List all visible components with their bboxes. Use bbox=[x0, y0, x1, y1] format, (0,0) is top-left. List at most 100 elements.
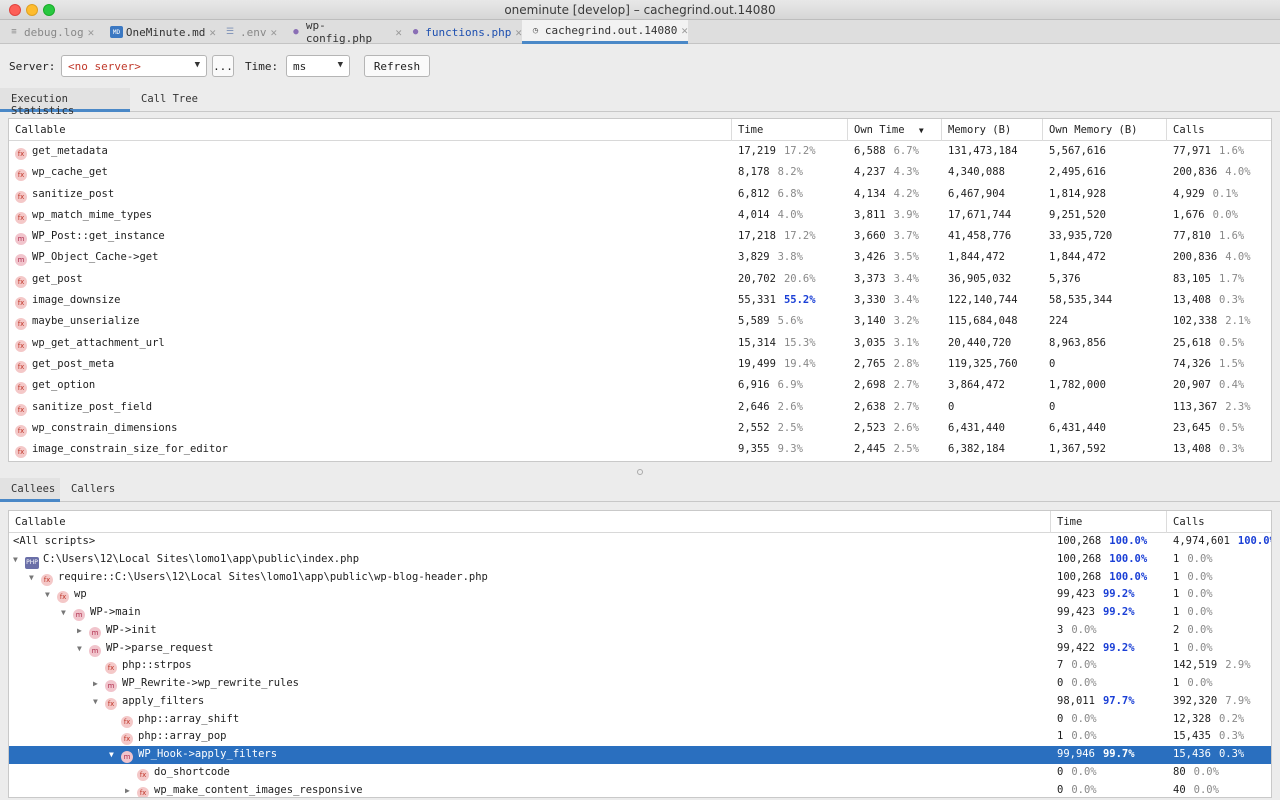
time-value: 0 bbox=[1057, 677, 1064, 689]
own-memory-value: 224 bbox=[1049, 315, 1068, 328]
collapse-arrow-icon[interactable]: ▼ bbox=[45, 590, 57, 599]
tree-row[interactable]: fx php::strpos 7 0.0% 142,519 2.9% bbox=[9, 657, 1271, 675]
cell-calls: 1 0.0% bbox=[1167, 675, 1271, 693]
time-percent: 100.0% bbox=[1109, 552, 1148, 565]
table-row[interactable]: fx sanitize_post_field 2,646 2.6% 2,638 2.7% 0… bbox=[9, 397, 1271, 418]
memory-value: 36,905,032 bbox=[948, 272, 1012, 285]
column-calls[interactable]: Calls bbox=[1167, 511, 1271, 533]
tree-row[interactable]: ▼ PHP C:\Users\12\Local Sites\lomo1\app\pu… bbox=[9, 551, 1271, 569]
tree-row[interactable]: ▶ m WP->init 3 0.0% 2 0.0% bbox=[9, 622, 1271, 640]
close-tab-icon[interactable]: ✕ bbox=[395, 26, 402, 39]
calls-percent: 100.0% bbox=[1237, 535, 1271, 547]
close-tab-icon[interactable]: ✕ bbox=[681, 24, 688, 37]
table-row[interactable]: fx wp_constrain_dimensions 2,552 2.5% 2,523 2… bbox=[9, 418, 1271, 439]
tab-execution-statistics[interactable]: Execution Statistics bbox=[0, 88, 130, 117]
table-row[interactable]: m WP_Object_Cache->get 3,829 3.8% 3,426 3.5% 1… bbox=[9, 247, 1271, 268]
callable-name: WP_Post::get_instance bbox=[32, 230, 165, 243]
function-icon: fx bbox=[15, 318, 27, 331]
time-value: 2,646 bbox=[738, 400, 770, 413]
cell-time: 0 0.0% bbox=[1051, 675, 1167, 693]
table-row[interactable]: fx sanitize_post 6,812 6.8% 4,134 4.2% 6,467,9… bbox=[9, 184, 1271, 205]
time-unit-select[interactable]: ms ▼ bbox=[286, 55, 350, 77]
collapse-arrow-icon[interactable]: ▼ bbox=[61, 608, 73, 617]
column-calls[interactable]: Calls bbox=[1167, 119, 1271, 141]
tab-callers[interactable]: Callers bbox=[60, 478, 126, 502]
calls-value: 15,435 bbox=[1173, 730, 1211, 743]
tree-row[interactable]: <All scripts> 100,268 100.0% 4,974,601 100.0… bbox=[9, 533, 1271, 551]
tab-callees[interactable]: Callees bbox=[0, 478, 60, 502]
close-tab-icon[interactable]: ✕ bbox=[515, 26, 522, 39]
function-icon: fx bbox=[105, 662, 117, 675]
tab-env[interactable]: ☰ .env ✕ bbox=[216, 20, 282, 44]
table-row[interactable]: fx image_constrain_size_for_editor 9,355 9.… bbox=[9, 439, 1271, 460]
cell-own-time: 3,811 3.9% bbox=[848, 205, 942, 226]
tab-debug-log[interactable]: ≡ debug.log ✕ bbox=[0, 20, 103, 44]
table-row[interactable]: fx get_option 6,916 6.9% 2,698 2.7% 3,864,472 1… bbox=[9, 375, 1271, 396]
server-more-button[interactable]: ... bbox=[212, 55, 234, 77]
table-row[interactable]: fx get_post 20,702 20.6% 3,373 3.4% 36,905,032… bbox=[9, 269, 1271, 290]
chevron-down-icon: ▼ bbox=[337, 60, 343, 70]
refresh-button[interactable]: Refresh bbox=[364, 55, 430, 77]
tab-oneminute-md[interactable]: MD OneMinute.md ✕ bbox=[103, 20, 216, 44]
table-row[interactable]: fx maybe_unserialize 5,589 5.6% 3,140 3.2% 115… bbox=[9, 311, 1271, 332]
close-tab-icon[interactable]: ✕ bbox=[271, 26, 278, 39]
expand-arrow-icon[interactable]: ▶ bbox=[77, 626, 89, 635]
tab-wp-config[interactable]: ● wp-config.php ✕ bbox=[282, 19, 402, 45]
tree-row[interactable]: ▼ m WP->main 99,423 99.2% 1 0.0% bbox=[9, 604, 1271, 622]
table-row[interactable]: fx wp_get_attachment_url 15,314 15.3% 3,035 3… bbox=[9, 333, 1271, 354]
cell-calls: 13,408 0.3% bbox=[1167, 439, 1271, 460]
tab-label: OneMinute.md bbox=[125, 25, 206, 39]
table-row[interactable]: fx wp_cache_get 8,178 8.2% 4,237 4.3% 4,340,08… bbox=[9, 162, 1271, 183]
cell-callable: fx get_post_meta bbox=[9, 354, 732, 375]
calls-percent: 0.4% bbox=[1218, 379, 1245, 392]
tab-cachegrind[interactable]: ◷ cachegrind.out.14080 ✕ bbox=[522, 20, 688, 44]
column-own-memory[interactable]: Own Memory (B) bbox=[1043, 119, 1167, 141]
cell-time: 4,014 4.0% bbox=[732, 205, 848, 226]
table-row[interactable]: fx get_post_meta 19,499 19.4% 2,765 2.8% 119,3… bbox=[9, 354, 1271, 375]
tree-row[interactable]: ▶ m WP_Rewrite->wp_rewrite_rules 0 0.0% 1 0.0% bbox=[9, 675, 1271, 693]
table-row[interactable]: fx get_metadata 17,219 17.2% 6,588 6.7% 131,47… bbox=[9, 141, 1271, 162]
tree-row[interactable]: fx php::array_pop 1 0.0% 15,435 0.3% bbox=[9, 728, 1271, 746]
tree-row[interactable]: ▶ fx wp_make_content_images_responsive 0 0.0… bbox=[9, 782, 1271, 797]
expand-arrow-icon[interactable]: ▶ bbox=[93, 679, 105, 688]
collapse-arrow-icon[interactable]: ▼ bbox=[93, 697, 105, 706]
cell-calls: 1 0.0% bbox=[1167, 569, 1271, 587]
own-time-percent: 4.3% bbox=[893, 166, 919, 179]
table-row[interactable]: m WP_Post::get_instance 17,218 17.2% 3,660 3.… bbox=[9, 226, 1271, 247]
column-time[interactable]: Time bbox=[732, 119, 848, 141]
cell-own-time: 4,134 4.2% bbox=[848, 184, 942, 205]
cell-callable: ▼ fx apply_filters bbox=[9, 693, 1051, 711]
table-row[interactable]: fx image_downsize 55,331 55.2% 3,330 3.4% 122,… bbox=[9, 290, 1271, 311]
calls-percent: 0.3% bbox=[1218, 294, 1245, 307]
server-select[interactable]: <no server> ▼ bbox=[61, 55, 207, 77]
own-memory-value: 58,535,344 bbox=[1049, 294, 1113, 307]
close-tab-icon[interactable]: ✕ bbox=[209, 26, 216, 39]
collapse-arrow-icon[interactable]: ▼ bbox=[29, 573, 41, 582]
collapse-arrow-icon[interactable]: ▼ bbox=[13, 555, 25, 564]
close-tab-icon[interactable]: ✕ bbox=[88, 26, 95, 39]
tree-row[interactable]: ▼ m WP->parse_request 99,422 99.2% 1 0.0% bbox=[9, 640, 1271, 658]
tree-row[interactable]: ▼ fx require::C:\Users\12\Local Sites\lomo… bbox=[9, 569, 1271, 587]
tree-row[interactable]: fx do_shortcode 0 0.0% 80 0.0% bbox=[9, 764, 1271, 782]
column-memory[interactable]: Memory (B) bbox=[942, 119, 1043, 141]
column-callable[interactable]: Callable bbox=[9, 119, 732, 141]
column-callable[interactable]: Callable bbox=[9, 511, 1051, 533]
table-row[interactable]: fx wp_match_mime_types 4,014 4.0% 3,811 3.9% 1… bbox=[9, 205, 1271, 226]
function-icon: fx bbox=[15, 424, 27, 437]
tree-row[interactable]: ▼ fx apply_filters 98,011 97.7% 392,320 7.9% bbox=[9, 693, 1271, 711]
collapse-arrow-icon[interactable]: ▼ bbox=[77, 644, 89, 653]
tab-call-tree[interactable]: Call Tree bbox=[130, 88, 209, 112]
php-elephant-icon: ● bbox=[293, 27, 299, 37]
tab-functions-php[interactable]: ● functions.php ✕ bbox=[402, 20, 522, 44]
column-time[interactable]: Time bbox=[1051, 511, 1167, 533]
collapse-arrow-icon[interactable]: ▼ bbox=[109, 750, 121, 759]
calls-percent: 0.0% bbox=[1187, 570, 1213, 583]
callable-name: image_downsize bbox=[32, 294, 121, 307]
tree-row[interactable]: ▼ m WP_Hook->apply_filters 99,946 99.7% 15,43… bbox=[9, 746, 1271, 764]
cell-own-memory: 0 bbox=[1043, 354, 1167, 375]
tree-row[interactable]: ▼ fx wp 99,423 99.2% 1 0.0% bbox=[9, 586, 1271, 604]
column-own-time[interactable]: Own Time ▼ bbox=[848, 119, 942, 141]
panel-splitter-handle[interactable] bbox=[637, 469, 643, 475]
expand-arrow-icon[interactable]: ▶ bbox=[125, 786, 137, 795]
tree-row[interactable]: fx php::array_shift 0 0.0% 12,328 0.2% bbox=[9, 711, 1271, 729]
